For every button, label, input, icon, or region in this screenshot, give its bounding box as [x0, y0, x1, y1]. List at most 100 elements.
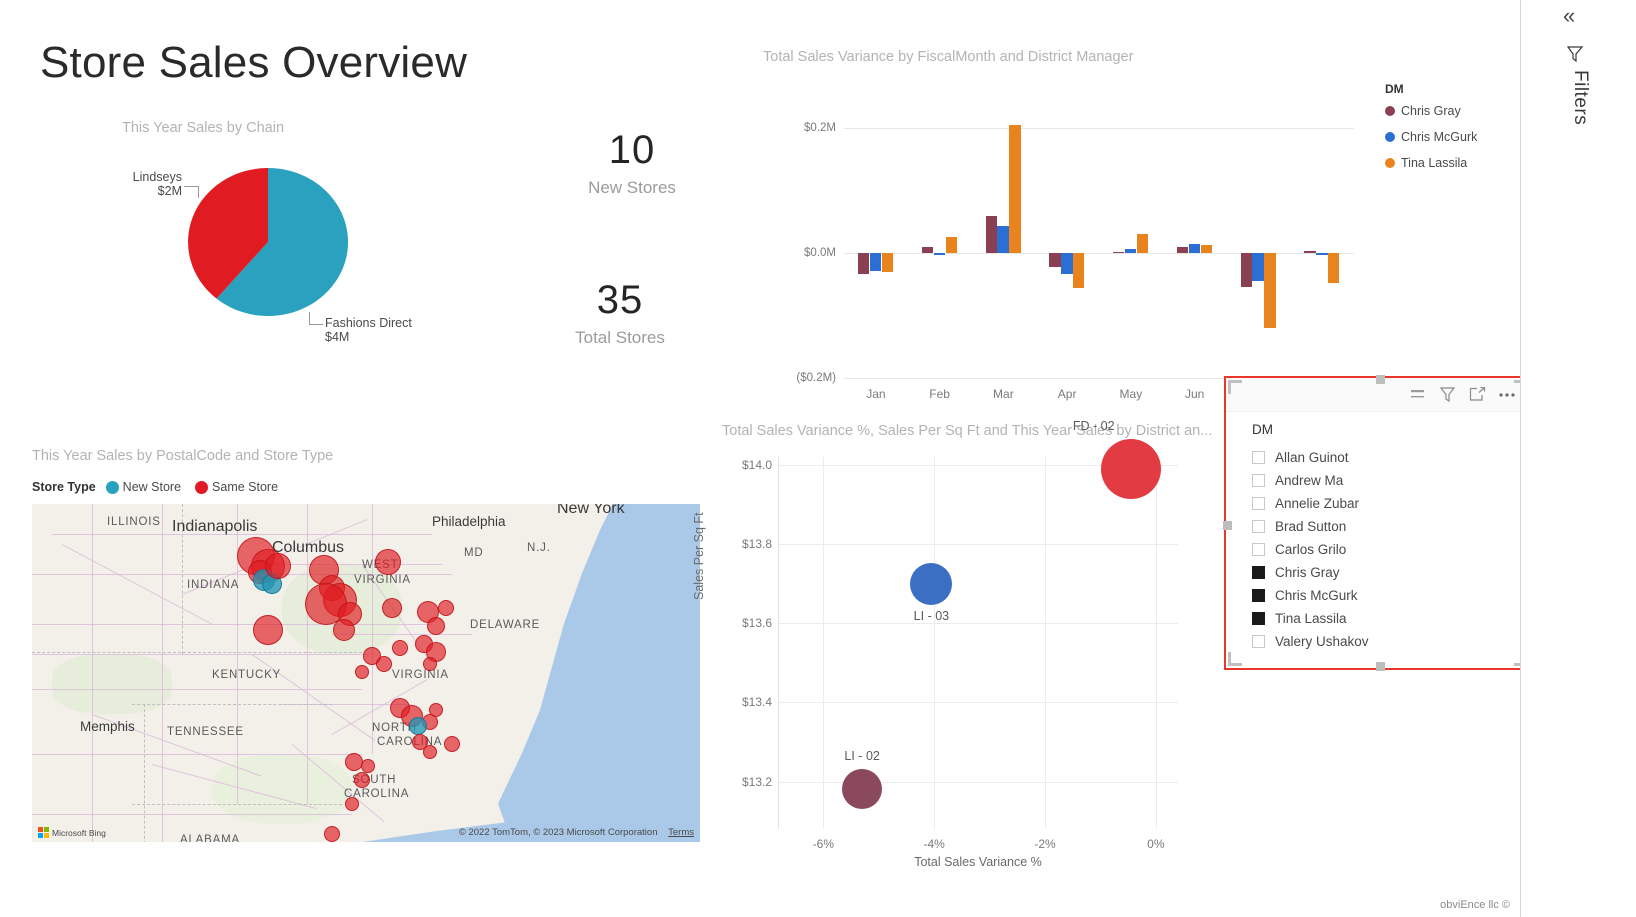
map-bubble-same-store[interactable] [375, 549, 401, 575]
map-visual[interactable]: This Year Sales by PostalCode and Store … [30, 448, 702, 848]
map-bubble-same-store[interactable] [427, 617, 445, 635]
bar-may-chris-gray[interactable] [1113, 252, 1124, 254]
scatter-chart-visual[interactable]: Total Sales Variance %, Sales Per Sq Ft … [718, 415, 1218, 875]
bar-jan-chris-mcgurk[interactable] [870, 253, 881, 271]
map-bubble-same-store[interactable] [265, 553, 291, 579]
bar-jan-tina-lassila[interactable] [882, 253, 893, 272]
bar-apr-chris-mcgurk[interactable] [1061, 253, 1072, 274]
bar-chart-visual[interactable]: Total Sales Variance by FiscalMonth and … [760, 46, 1480, 366]
scatter-bubble-li03[interactable] [910, 563, 952, 605]
resize-handle-top-left[interactable] [1228, 380, 1242, 394]
kpi-card-total-stores[interactable]: 35 Total Stores [510, 278, 730, 348]
bar-legend-item-tina-lassila[interactable]: Tina Lassila [1385, 156, 1477, 170]
map-bubble-same-store[interactable] [345, 797, 359, 811]
list-view-icon[interactable] [1402, 382, 1432, 408]
bar-mar-tina-lassila[interactable] [1009, 125, 1020, 253]
slicer-item-annelie-zubar[interactable]: Annelie Zubar [1252, 492, 1522, 515]
resize-handle-top-center[interactable] [1376, 375, 1385, 384]
slicer-item-tina-lassila[interactable]: Tina Lassila [1252, 607, 1522, 630]
map-legend-item-new-store[interactable]: New Store [106, 480, 181, 494]
dm-slicer-visual[interactable]: DM Allan GuinotAndrew MaAnnelie ZubarBra… [1224, 376, 1532, 670]
slicer-checkbox[interactable] [1252, 520, 1265, 533]
slicer-item-list[interactable]: Allan GuinotAndrew MaAnnelie ZubarBrad S… [1252, 446, 1522, 653]
slicer-checkbox[interactable] [1252, 543, 1265, 556]
slicer-checkbox-checked[interactable] [1252, 566, 1265, 579]
bar-jul-tina-lassila[interactable] [1264, 253, 1275, 328]
slicer-checkbox-checked[interactable] [1252, 612, 1265, 625]
map-legend-item-same-store[interactable]: Same Store [195, 480, 278, 494]
bar-jul-chris-mcgurk[interactable] [1252, 253, 1263, 281]
map-bubble-same-store[interactable] [253, 615, 283, 645]
slicer-item-carlos-grilo[interactable]: Carlos Grilo [1252, 538, 1522, 561]
filter-icon[interactable] [1432, 382, 1462, 408]
bar-legend-item-chris-mcgurk[interactable]: Chris McGurk [1385, 130, 1477, 144]
map-bubble-same-store[interactable] [382, 598, 402, 618]
map-terms-link[interactable]: Terms [668, 827, 694, 838]
map-place-label: KENTUCKY [212, 669, 281, 681]
bar-apr-chris-gray[interactable] [1049, 253, 1060, 267]
bar-feb-tina-lassila[interactable] [946, 237, 957, 253]
slicer-item-chris-mcgurk[interactable]: Chris McGurk [1252, 584, 1522, 607]
scatter-bubble-li02[interactable] [842, 769, 882, 809]
filters-pane-rail[interactable]: « Filters [1520, 0, 1636, 917]
bar-chart-legend[interactable]: DM Chris GrayChris McGurkTina Lassila [1385, 82, 1477, 182]
scatter-y-axis-title: Sales Per Sq Ft [692, 512, 706, 600]
bar-jan-chris-gray[interactable] [858, 253, 869, 274]
bar-jun-chris-mcgurk[interactable] [1189, 244, 1200, 253]
bar-may-chris-mcgurk[interactable] [1125, 249, 1136, 253]
scatter-bubble-fd02[interactable] [1101, 439, 1161, 499]
kpi-card-new-stores[interactable]: 10 New Stores [522, 128, 742, 198]
bar-jun-chris-gray[interactable] [1177, 247, 1188, 253]
map-bubble-same-store[interactable] [423, 745, 437, 759]
slicer-checkbox-checked[interactable] [1252, 589, 1265, 602]
resize-handle-bottom-left[interactable] [1228, 652, 1242, 666]
slicer-item-chris-gray[interactable]: Chris Gray [1252, 561, 1522, 584]
bar-legend-item-chris-gray[interactable]: Chris Gray [1385, 104, 1477, 118]
map-bubble-same-store[interactable] [423, 657, 437, 671]
slicer-checkbox[interactable] [1252, 635, 1265, 648]
slicer-item-andrew-ma[interactable]: Andrew Ma [1252, 469, 1522, 492]
map-bubble-same-store[interactable] [355, 665, 369, 679]
bar-jun-tina-lassila[interactable] [1201, 245, 1212, 253]
bar-apr-tina-lassila[interactable] [1073, 253, 1084, 288]
slicer-checkbox[interactable] [1252, 474, 1265, 487]
map-canvas[interactable]: ILLINOISINDIANAKENTUCKYTENNESSEEALABAMAM… [32, 504, 700, 842]
resize-handle-middle-left[interactable] [1223, 521, 1232, 530]
bar-jul-chris-gray[interactable] [1241, 253, 1252, 287]
focus-mode-icon[interactable] [1462, 382, 1492, 408]
pie-chart-visual[interactable]: This Year Sales by Chain Lindseys $2M [120, 120, 560, 380]
slicer-item-allan-guinot[interactable]: Allan Guinot [1252, 446, 1522, 469]
bar-may-tina-lassila[interactable] [1137, 234, 1148, 253]
slicer-item-label: Valery Ushakov [1275, 634, 1369, 649]
map-bubble-same-store[interactable] [392, 640, 408, 656]
bar-feb-chris-gray[interactable] [922, 247, 933, 253]
pie-svg [188, 168, 348, 316]
map-legend[interactable]: Store Type New Store Same Store [32, 480, 292, 494]
map-bubble-same-store[interactable] [324, 826, 340, 842]
map-bubble-same-store[interactable] [333, 619, 355, 641]
resize-handle-bottom-center[interactable] [1376, 662, 1385, 671]
map-bubble-same-store[interactable] [361, 759, 375, 773]
bar-mar-chris-gray[interactable] [986, 216, 997, 254]
slicer-item-valery-ushakov[interactable]: Valery Ushakov [1252, 630, 1522, 653]
map-bubble-new-store[interactable] [409, 717, 427, 735]
map-bubble-same-store[interactable] [438, 600, 454, 616]
slicer-item-brad-sutton[interactable]: Brad Sutton [1252, 515, 1522, 538]
map-bubble-same-store[interactable] [376, 656, 392, 672]
pie-chart-plot[interactable] [188, 168, 348, 316]
map-bubble-same-store[interactable] [345, 753, 363, 771]
slicer-checkbox[interactable] [1252, 451, 1265, 464]
bar-aug-chris-mcgurk[interactable] [1316, 253, 1327, 255]
map-bubble-same-store[interactable] [444, 736, 460, 752]
expand-filters-icon[interactable]: « [1563, 6, 1575, 26]
bar-aug-tina-lassila[interactable] [1328, 253, 1339, 283]
bar-feb-chris-mcgurk[interactable] [934, 253, 945, 255]
slicer-checkbox[interactable] [1252, 497, 1265, 510]
filter-funnel-icon[interactable] [1565, 44, 1585, 69]
bar-chart-plot[interactable]: $0.2M$0.0M($0.2M)JanFebMarAprMayJunJulAu… [844, 128, 1354, 378]
map-bubble-same-store[interactable] [429, 703, 443, 717]
scatter-chart-plot[interactable]: $14.0$13.8$13.6$13.4$13.2-6%-4%-2%0%FD -… [778, 457, 1178, 829]
map-bubble-same-store[interactable] [354, 772, 370, 788]
bar-mar-chris-mcgurk[interactable] [997, 226, 1008, 253]
bar-aug-chris-gray[interactable] [1304, 251, 1315, 253]
